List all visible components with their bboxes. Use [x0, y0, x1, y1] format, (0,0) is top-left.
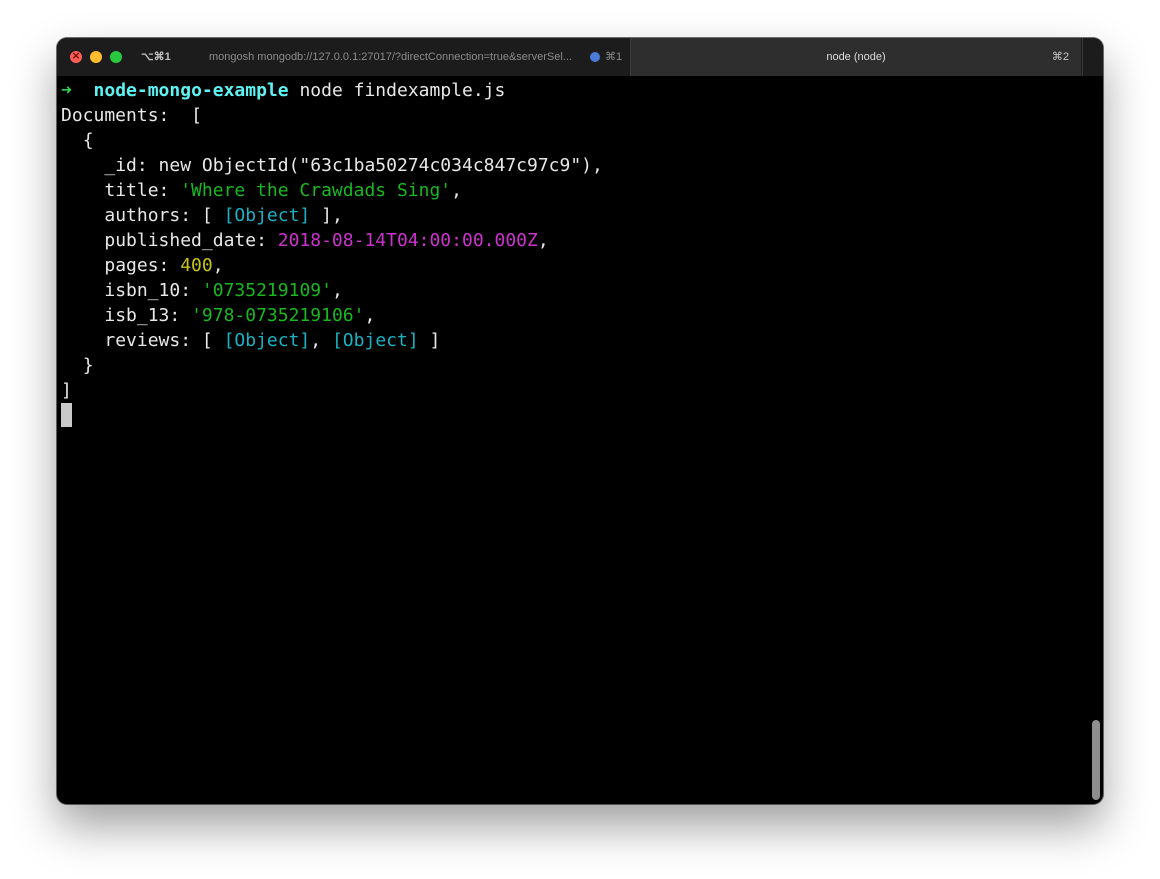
field-key: published_date: — [104, 230, 278, 251]
field-key: title: — [104, 180, 181, 201]
object-ref: [Object] — [223, 330, 311, 351]
output-line: ] — [61, 378, 1081, 403]
field-punct: ] — [418, 330, 441, 351]
output-line-pages: pages: 400, — [104, 255, 224, 276]
title-bar: ⌥⌘1 mongosh mongodb://127.0.0.1:27017/?d… — [57, 38, 1103, 77]
object-ref: [Object] — [331, 330, 419, 351]
new-tab-area[interactable] — [1082, 38, 1103, 76]
close-button[interactable] — [70, 49, 82, 63]
field-key: isb_13: — [104, 305, 192, 326]
tab-shortcut-label: ⌥⌘1 — [141, 51, 171, 63]
tab-number: ⌘1 — [605, 51, 623, 63]
terminal-window: ⌥⌘1 mongosh mongodb://127.0.0.1:27017/?d… — [57, 38, 1103, 804]
prompt-directory: node-mongo-example — [93, 80, 289, 101]
output-line-published: published_date: 2018-08-14T04:00:00.000Z… — [104, 230, 549, 251]
tab-title: node (node) — [826, 51, 886, 63]
field-punct: , — [310, 330, 332, 351]
command-text: node findexample.js — [299, 80, 506, 101]
scrollbar-thumb[interactable] — [1092, 720, 1100, 800]
field-punct: ], — [310, 205, 343, 226]
cursor-line — [61, 403, 1081, 428]
output-line-isb13: isb_13: '978-0735219106', — [104, 305, 376, 326]
tab-mongosh[interactable]: ⌥⌘1 mongosh mongodb://127.0.0.1:27017/?d… — [57, 38, 631, 76]
tab-title: mongosh mongodb://127.0.0.1:27017/?direc… — [209, 51, 572, 63]
tab-number: ⌘2 — [1051, 51, 1069, 63]
prompt-arrow-icon: ➜ — [61, 80, 72, 101]
field-key: reviews: [ — [104, 330, 224, 351]
terminal-output[interactable]: ➜ node-mongo-example node findexample.js… — [61, 78, 1081, 800]
field-value: new ObjectId("63c1ba50274c034c847c97c9")… — [158, 155, 603, 176]
minimize-button[interactable] — [90, 51, 102, 63]
activity-dot-icon — [590, 52, 600, 62]
output-line-id: _id: new ObjectId("63c1ba50274c034c847c9… — [61, 153, 1081, 178]
output-line: Documents: [ — [61, 103, 1081, 128]
close-brace: } — [82, 355, 94, 376]
field-value-string: '0735219109' — [201, 280, 332, 301]
field-value-string: 'Where the Crawdads Sing' — [180, 180, 452, 201]
output-line-authors: authors: [ [Object] ], — [61, 203, 1081, 228]
output-line: { — [61, 128, 1081, 153]
prompt-line: ➜ node-mongo-example node findexample.js — [61, 78, 1081, 103]
field-key: pages: — [104, 255, 181, 276]
object-ref: [Object] — [223, 205, 311, 226]
text-cursor — [61, 403, 72, 427]
output-line-isbn10: isbn_10: '0735219109', — [104, 280, 343, 301]
tab-node[interactable]: node (node) ⌘2 — [631, 38, 1081, 76]
field-value-string: '978-0735219106' — [191, 305, 365, 326]
field-key: _id: — [104, 155, 159, 176]
close-array: ] — [61, 380, 72, 401]
open-array: [ — [191, 105, 202, 126]
open-brace: { — [82, 130, 94, 151]
output-line-reviews: reviews: [ [Object], [Object] ] — [61, 328, 1081, 353]
documents-label: Documents: — [61, 105, 170, 126]
maximize-button[interactable] — [110, 51, 122, 63]
field-key: authors: [ — [104, 205, 224, 226]
output-line-title: title: 'Where the Crawdads Sing', — [104, 180, 462, 201]
field-value-date: 2018-08-14T04:00:00.000Z — [277, 230, 538, 251]
field-key: isbn_10: — [104, 280, 202, 301]
output-line: } — [61, 353, 1081, 378]
field-value-number: 400 — [180, 255, 213, 276]
